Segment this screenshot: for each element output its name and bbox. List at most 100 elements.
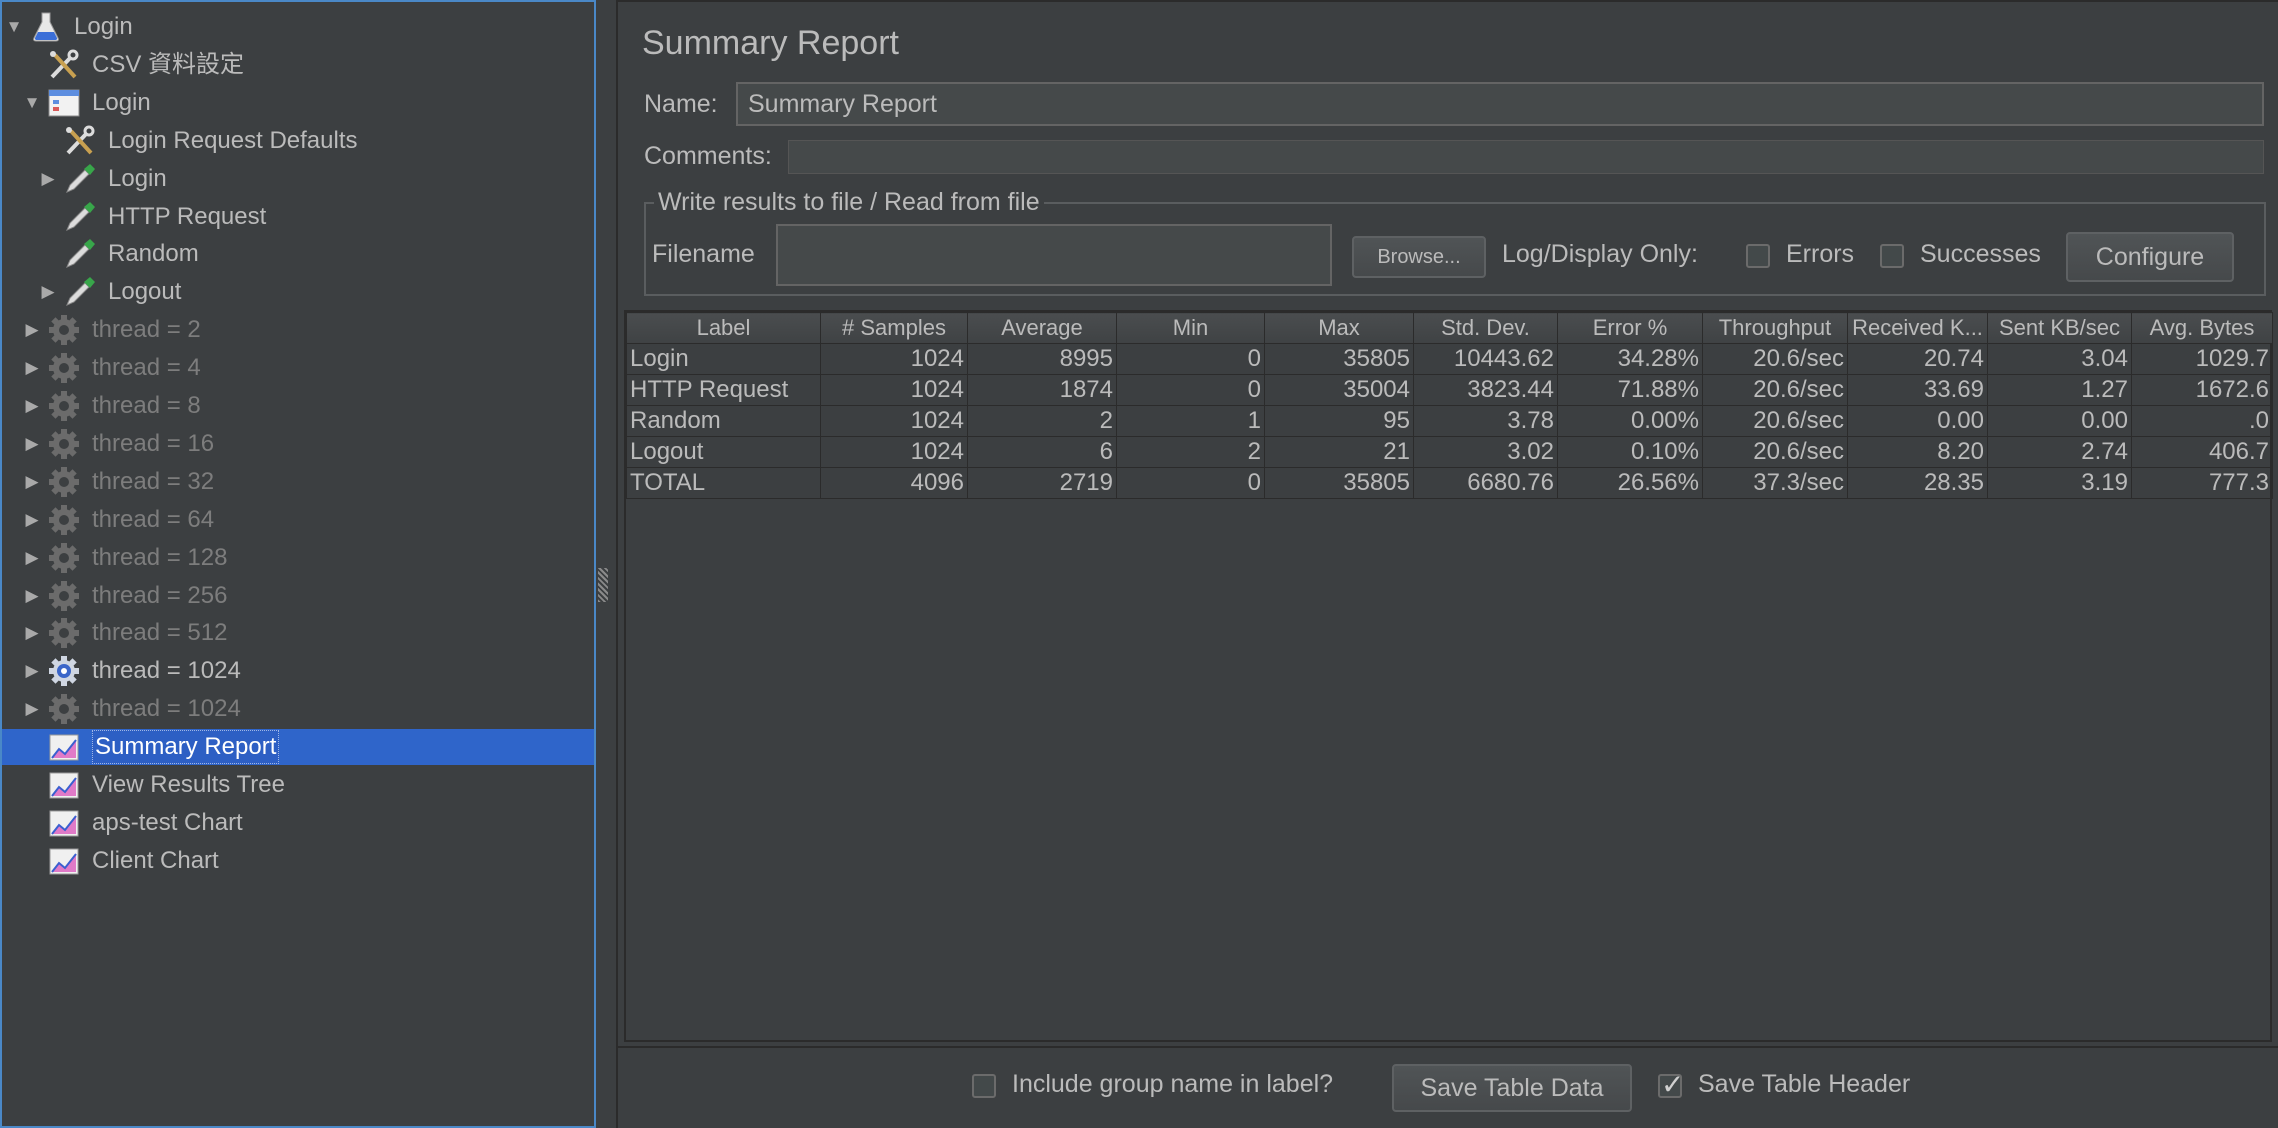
table-cell: 10443.62	[1413, 343, 1558, 375]
tree-node[interactable]: ▶ thread = 8	[2, 388, 594, 424]
errors-checkbox[interactable]	[1746, 244, 1770, 268]
tree-node[interactable]: ▶ thread = 256	[2, 578, 594, 614]
table-cell: 3823.44	[1413, 374, 1558, 406]
table-cell: 3.04	[1987, 343, 2132, 375]
collapsed-arrow-icon[interactable]: ▶	[23, 691, 41, 727]
tree-node[interactable]: aps-test Chart	[2, 805, 594, 841]
tree-node[interactable]: ▶ Login	[2, 161, 594, 197]
summary-report-panel: Summary Report Name: Summary Report Comm…	[616, 0, 2278, 1128]
table-cell: 35805	[1264, 343, 1414, 375]
expanded-arrow-icon[interactable]: ▼	[23, 85, 41, 121]
tree-node[interactable]: ▶ thread = 512	[2, 615, 594, 651]
column-header[interactable]: # Samples	[820, 312, 968, 344]
table-cell: .0	[2131, 405, 2273, 437]
collapsed-arrow-icon[interactable]: ▶	[23, 578, 41, 614]
tree-node[interactable]: Random	[2, 236, 594, 272]
tree-node-label: thread = 8	[92, 392, 201, 419]
column-header[interactable]: Throughput	[1702, 312, 1848, 344]
name-field[interactable]: Summary Report	[736, 82, 2264, 126]
chart-listener-icon	[47, 731, 81, 763]
column-header[interactable]: Received K...	[1847, 312, 1988, 344]
column-header[interactable]: Sent KB/sec	[1987, 312, 2132, 344]
column-header[interactable]: Max	[1264, 312, 1414, 344]
file-options-legend: Write results to file / Read from file	[654, 188, 1044, 217]
test-plan-tree[interactable]: ▼ Login CSV 資料設定 ▼ Login Login Request Defaul…	[0, 0, 596, 1128]
comments-label: Comments:	[644, 142, 772, 170]
table-cell: 34.28%	[1557, 343, 1703, 375]
collapsed-arrow-icon[interactable]: ▶	[23, 426, 41, 462]
tree-node[interactable]: ▼ Login	[2, 85, 594, 121]
configure-button[interactable]: Configure	[2066, 232, 2234, 282]
collapsed-arrow-icon[interactable]: ▶	[23, 350, 41, 386]
collapsed-arrow-icon[interactable]: ▶	[39, 274, 57, 310]
tree-node[interactable]: ▶ thread = 128	[2, 540, 594, 576]
tree-node[interactable]: Summary Report	[2, 729, 594, 766]
summary-table-container[interactable]: Label # Samples Average Min Max Std. Dev. Erro…	[624, 310, 2273, 1042]
config-tools-icon	[47, 49, 81, 81]
table-row[interactable]: Random 1024 2 1 95 3.78 0.00% 20.6/sec 0.00 0.00.…	[626, 405, 2273, 437]
save-table-header-checkbox[interactable]	[1658, 1068, 1684, 1101]
tree-node[interactable]: ▶ thread = 16	[2, 426, 594, 462]
tree-node[interactable]: ▶ Logout	[2, 274, 594, 310]
tree-node[interactable]: ▶ thread = 1024	[2, 653, 594, 689]
gear-icon	[47, 542, 81, 574]
save-table-data-button[interactable]: Save Table Data	[1392, 1064, 1632, 1112]
tree-node-label: thread = 4	[92, 354, 201, 382]
tree-node-label: Summary Report	[92, 730, 280, 765]
filename-label: Filename	[652, 240, 755, 268]
column-header[interactable]: Error %	[1557, 312, 1703, 344]
collapsed-arrow-icon[interactable]: ▶	[23, 388, 41, 424]
tree-node[interactable]: Login Request Defaults	[2, 123, 594, 159]
collapsed-arrow-icon[interactable]: ▶	[23, 540, 41, 576]
tree-node-label: thread = 1024	[92, 695, 241, 723]
config-tools-icon	[63, 125, 97, 157]
table-cell: 28.35	[1847, 467, 1988, 499]
browse-button[interactable]: Browse...	[1352, 236, 1486, 278]
tree-node-label: thread = 256	[92, 581, 228, 609]
collapsed-arrow-icon[interactable]: ▶	[39, 161, 57, 197]
tree-node[interactable]: ▼ Login	[2, 9, 594, 45]
collapsed-arrow-icon[interactable]: ▶	[23, 464, 41, 500]
column-header[interactable]: Avg. Bytes	[2131, 312, 2273, 344]
gear-icon	[47, 314, 81, 346]
table-cell: 0.00	[1987, 405, 2132, 437]
successes-checkbox[interactable]	[1880, 244, 1904, 268]
tree-node-label: Login	[74, 13, 133, 40]
column-header[interactable]: Min	[1116, 312, 1265, 344]
include-group-name-checkbox[interactable]	[972, 1074, 996, 1098]
tree-node[interactable]: ▶ thread = 32	[2, 464, 594, 500]
table-row[interactable]: HTTP Request 1024 1874 0 35004 3823.44 71.88% 2…	[626, 374, 2273, 406]
gear-active-icon	[47, 655, 81, 687]
table-row[interactable]: Logout 1024 6 2 21 3.02 0.10% 20.6/sec 8.20 2.74 4…	[626, 436, 2273, 468]
tree-node[interactable]: CSV 資料設定	[2, 47, 594, 83]
tree-node-label: Login Request Defaults	[108, 126, 358, 154]
name-label: Name:	[644, 90, 718, 118]
tree-node[interactable]: Client Chart	[2, 843, 594, 879]
collapsed-arrow-icon[interactable]: ▶	[23, 312, 41, 348]
filename-field[interactable]	[776, 224, 1332, 286]
save-table-header-label: Save Table Header	[1698, 1070, 1911, 1098]
tree-node[interactable]: ▶ thread = 64	[2, 502, 594, 538]
table-cell: 4096	[820, 467, 968, 499]
tree-node[interactable]: ▶ thread = 4	[2, 350, 594, 386]
split-pane-divider[interactable]	[598, 568, 608, 602]
tree-node[interactable]: View Results Tree	[2, 767, 594, 803]
tree-node[interactable]: ▶ thread = 1024	[2, 691, 594, 727]
tree-node[interactable]: ▶ thread = 2	[2, 312, 594, 348]
table-cell: 71.88%	[1557, 374, 1703, 406]
table-row[interactable]: Login 1024 8995 0 35805 10443.62 34.28% 20.6/se…	[626, 343, 2273, 375]
column-header[interactable]: Std. Dev.	[1413, 312, 1558, 344]
table-cell: 406.7	[2131, 436, 2273, 468]
table-cell: 777.3	[2131, 467, 2273, 499]
table-cell: 3.78	[1413, 405, 1558, 437]
collapsed-arrow-icon[interactable]: ▶	[23, 653, 41, 689]
column-header[interactable]: Average	[967, 312, 1117, 344]
column-header[interactable]: Label	[626, 312, 821, 344]
comments-field[interactable]	[788, 140, 2264, 174]
tree-node[interactable]: HTTP Request	[2, 199, 594, 235]
table-row[interactable]: TOTAL 4096 2719 0 35805 6680.76 26.56% 37.3/sec…	[626, 467, 2273, 499]
gear-icon	[47, 352, 81, 384]
collapsed-arrow-icon[interactable]: ▶	[23, 502, 41, 538]
collapsed-arrow-icon[interactable]: ▶	[23, 615, 41, 651]
expanded-arrow-icon[interactable]: ▼	[5, 9, 23, 45]
